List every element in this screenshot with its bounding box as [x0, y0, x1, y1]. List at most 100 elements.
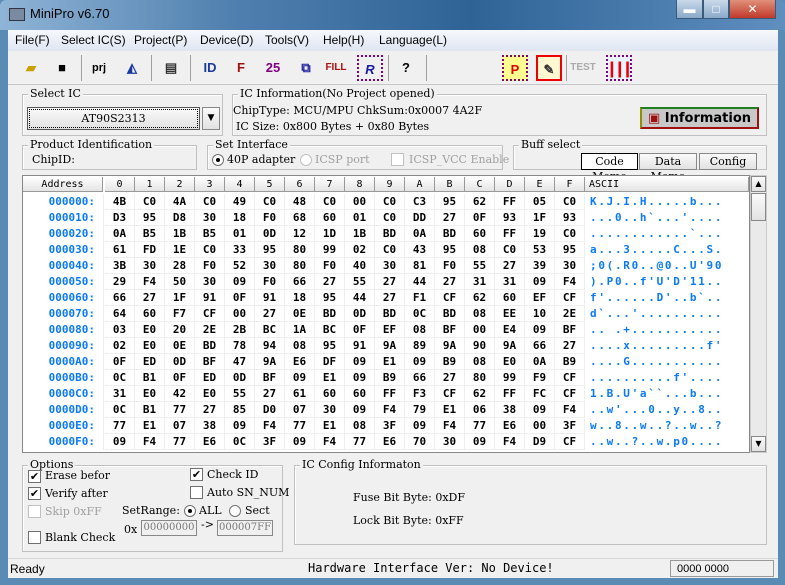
hex-byte-cell[interactable]: 0F	[465, 210, 495, 226]
hex-byte-cell[interactable]: 99	[495, 370, 525, 386]
check-id-checkbox[interactable]: ✔	[190, 468, 203, 481]
hex-byte-cell[interactable]: 05	[525, 194, 555, 210]
hex-byte-cell[interactable]: BD	[195, 338, 225, 354]
open-project-icon[interactable]: prj	[86, 55, 112, 81]
hex-byte-cell[interactable]: EF	[375, 322, 405, 338]
hex-byte-cell[interactable]: 08	[345, 418, 375, 434]
program-icon[interactable]: P	[502, 55, 528, 81]
hex-byte-cell[interactable]: C0	[255, 194, 285, 210]
hex-byte-cell[interactable]: E0	[135, 322, 165, 338]
hex-byte-cell[interactable]: 0F	[345, 322, 375, 338]
ic-dropdown-button[interactable]: ▼	[202, 107, 220, 130]
scroll-up-button[interactable]: ▲	[751, 176, 766, 192]
hex-byte-cell[interactable]: F0	[195, 258, 225, 274]
hex-byte-cell[interactable]: 77	[345, 434, 375, 450]
hex-byte-cell[interactable]: 80	[285, 242, 315, 258]
hex-byte-cell[interactable]: CF	[435, 386, 465, 402]
hex-byte-cell[interactable]: 95	[255, 242, 285, 258]
hex-byte-cell[interactable]: B1	[135, 402, 165, 418]
hex-byte-cell[interactable]: 95	[555, 242, 585, 258]
hex-byte-cell[interactable]: F4	[555, 274, 585, 290]
hex-byte-cell[interactable]: 27	[375, 290, 405, 306]
hex-byte-cell[interactable]: BF	[255, 370, 285, 386]
hex-byte-cell[interactable]: ED	[195, 370, 225, 386]
hex-byte-cell[interactable]: 47	[225, 354, 255, 370]
hex-byte-cell[interactable]: FF	[495, 386, 525, 402]
menu-device[interactable]: Device(D)	[200, 33, 253, 47]
hex-byte-cell[interactable]: 18	[225, 210, 255, 226]
hex-byte-cell[interactable]: B5	[135, 226, 165, 242]
hex-byte-cell[interactable]: FF	[495, 226, 525, 242]
hex-byte-cell[interactable]: 80	[285, 258, 315, 274]
hex-byte-cell[interactable]: 0D	[165, 354, 195, 370]
hex-byte-cell[interactable]: E1	[315, 418, 345, 434]
hex-byte-cell[interactable]: 27	[495, 258, 525, 274]
hex-byte-cell[interactable]: 77	[285, 418, 315, 434]
hex-byte-cell[interactable]: C0	[135, 194, 165, 210]
hex-byte-cell[interactable]: 03	[105, 322, 135, 338]
hex-byte-cell[interactable]: 1F	[165, 290, 195, 306]
config-tab[interactable]: Config	[699, 153, 757, 170]
hex-byte-cell[interactable]: CF	[195, 306, 225, 322]
hex-byte-cell[interactable]: BD	[435, 226, 465, 242]
hex-byte-cell[interactable]: 01	[225, 226, 255, 242]
hex-byte-cell[interactable]: EE	[495, 306, 525, 322]
hex-byte-cell[interactable]: BF	[195, 354, 225, 370]
hex-byte-cell[interactable]: 95	[315, 338, 345, 354]
auto-sn-checkbox[interactable]	[190, 486, 203, 499]
hex-byte-cell[interactable]: 09	[345, 402, 375, 418]
hex-byte-cell[interactable]: 29	[105, 274, 135, 290]
hex-byte-cell[interactable]: C0	[315, 194, 345, 210]
hex-byte-cell[interactable]: 0E	[165, 338, 195, 354]
40p-adapter-radio[interactable]	[212, 154, 224, 166]
hex-byte-cell[interactable]: DF	[315, 354, 345, 370]
hex-byte-cell[interactable]: F7	[165, 306, 195, 322]
hex-byte-cell[interactable]: 3F	[255, 434, 285, 450]
hex-byte-cell[interactable]: FF	[375, 386, 405, 402]
hex-byte-cell[interactable]: 08	[465, 354, 495, 370]
hex-byte-cell[interactable]: F0	[435, 258, 465, 274]
hex-byte-cell[interactable]: 85	[225, 402, 255, 418]
hex-byte-cell[interactable]: 06	[465, 402, 495, 418]
menu-select-ic[interactable]: Select IC(S)	[61, 33, 126, 47]
hex-byte-cell[interactable]: 48	[285, 194, 315, 210]
hex-byte-cell[interactable]: 2B	[225, 322, 255, 338]
hex-byte-cell[interactable]: 08	[465, 306, 495, 322]
hex-byte-cell[interactable]: BC	[315, 322, 345, 338]
open-icon[interactable]: ▰	[18, 55, 44, 81]
hex-byte-cell[interactable]: 0F	[225, 290, 255, 306]
hex-byte-cell[interactable]: 0E	[285, 306, 315, 322]
hex-byte-cell[interactable]: 77	[105, 418, 135, 434]
hex-byte-cell[interactable]: C0	[195, 242, 225, 258]
hex-byte-cell[interactable]: BD	[435, 306, 465, 322]
hex-byte-cell[interactable]: 66	[405, 370, 435, 386]
hex-byte-cell[interactable]: 66	[105, 290, 135, 306]
hex-byte-cell[interactable]: 62	[465, 194, 495, 210]
hex-byte-cell[interactable]: C0	[195, 194, 225, 210]
hex-byte-cell[interactable]: 09	[405, 354, 435, 370]
hex-byte-cell[interactable]: 10	[525, 306, 555, 322]
hex-byte-cell[interactable]: 09	[345, 354, 375, 370]
hex-byte-cell[interactable]: C0	[555, 226, 585, 242]
hex-byte-cell[interactable]: 02	[345, 242, 375, 258]
hex-byte-cell[interactable]: 95	[435, 194, 465, 210]
hex-byte-cell[interactable]: E1	[435, 402, 465, 418]
hex-byte-cell[interactable]: 27	[555, 338, 585, 354]
hex-byte-cell[interactable]: BC	[255, 322, 285, 338]
hex-byte-cell[interactable]: 62	[465, 386, 495, 402]
hex-byte-cell[interactable]: F4	[435, 418, 465, 434]
hex-byte-cell[interactable]: E0	[135, 338, 165, 354]
ascii-cell[interactable]: w..8..w..?..w..?	[586, 418, 723, 434]
hex-byte-cell[interactable]: 31	[465, 274, 495, 290]
hex-byte-cell[interactable]: 89	[405, 338, 435, 354]
hex-byte-cell[interactable]: D3	[105, 210, 135, 226]
hex-byte-cell[interactable]: F4	[255, 418, 285, 434]
hex-byte-cell[interactable]: 43	[405, 242, 435, 258]
hex-byte-cell[interactable]: 0A	[105, 226, 135, 242]
hex-byte-cell[interactable]: FD	[135, 242, 165, 258]
hex-byte-cell[interactable]: 95	[135, 210, 165, 226]
hex-byte-cell[interactable]: 93	[495, 210, 525, 226]
hex-byte-cell[interactable]: 30	[195, 210, 225, 226]
hex-byte-cell[interactable]: 55	[465, 258, 495, 274]
save-icon[interactable]: ■	[49, 55, 75, 81]
